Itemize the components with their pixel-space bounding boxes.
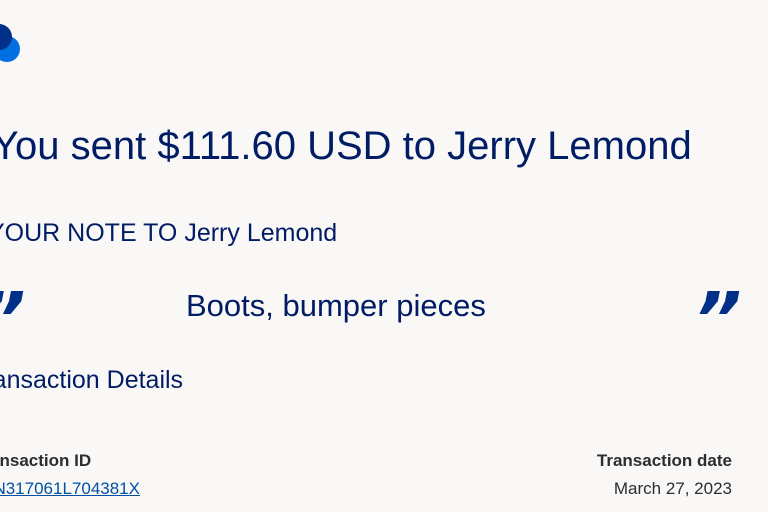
paypal-logo-icon [0,22,22,64]
transaction-id-link[interactable]: 5N317061L704381X [0,479,140,499]
open-quote-icon: ” [0,283,26,357]
transaction-date-label: Transaction date [596,451,732,470]
transaction-receipt-page: You sent $111.60 USD to Jerry Lemond YOU… [0,0,768,512]
note-text: Boots, bumper pieces [186,288,486,323]
transaction-date-value: March 27, 2023 [613,479,732,498]
payment-headline: You sent $111.60 USD to Jerry Lemond [0,124,692,168]
close-quote-icon: ” [694,277,742,363]
transaction-details-title: Transaction Details [0,366,184,394]
note-label: YOUR NOTE TO Jerry Lemond [0,219,338,247]
transaction-id-label: Transaction ID [0,451,92,470]
